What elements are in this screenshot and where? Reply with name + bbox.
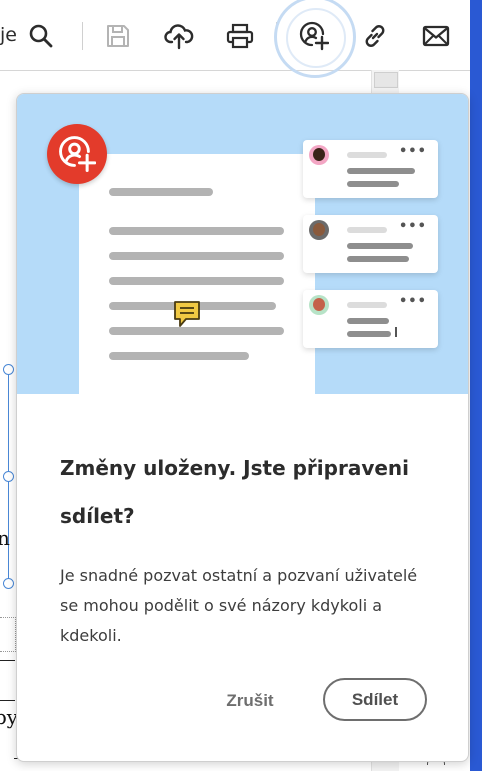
share-badge	[47, 124, 107, 184]
illustration-comment-line	[347, 243, 413, 249]
print-icon	[226, 23, 254, 49]
illustration-document	[79, 154, 315, 394]
document-rule	[0, 660, 15, 661]
illustration-name-line	[347, 302, 387, 308]
illustration-comment-card: •••	[303, 140, 438, 198]
share-illustration: ••• ••• •••	[17, 94, 468, 394]
illustration-doc-line	[109, 277, 284, 285]
illustration-comment-line	[347, 318, 389, 324]
illustration-name-line	[347, 152, 387, 158]
illustration-comment-line	[347, 181, 399, 187]
share-button[interactable]: Sdílet	[323, 678, 427, 721]
comment-bubble-icon	[174, 301, 200, 327]
more-dots-icon: •••	[399, 144, 427, 159]
upload-cloud-button[interactable]	[160, 17, 198, 55]
illustration-comment-card: •••	[303, 290, 438, 348]
upload-cloud-icon	[164, 24, 194, 50]
illustration-comment-line	[347, 331, 391, 337]
document-text-fragment: n	[0, 526, 10, 550]
illustration-name-line	[347, 227, 387, 233]
search-button[interactable]	[22, 17, 60, 55]
share-user-add-button[interactable]	[295, 17, 333, 55]
selection-handle[interactable]	[3, 471, 14, 482]
selection-handle[interactable]	[3, 364, 14, 375]
share-user-add-icon	[59, 136, 96, 172]
dialog-title: Změny uloženy. Jste připraveni sdílet?	[60, 456, 410, 528]
toolbar-separator	[82, 22, 83, 50]
text-cursor	[395, 327, 397, 337]
cancel-button[interactable]: Zrušit	[205, 679, 295, 723]
share-prompt-dialog: ••• ••• ••• Změny uloženy. Jste připrave…	[16, 93, 469, 762]
save-icon	[107, 25, 129, 47]
illustration-doc-line	[109, 252, 284, 260]
mail-button[interactable]	[417, 17, 455, 55]
avatar	[309, 145, 329, 165]
dialog-description: Je snadné pozvat ostatní a pozvaní uživa…	[60, 566, 418, 645]
more-dots-icon: •••	[399, 294, 427, 309]
illustration-doc-line	[109, 227, 284, 235]
more-dots-icon: •••	[399, 219, 427, 234]
illustration-comment-line	[347, 256, 409, 262]
search-icon	[29, 24, 53, 48]
link-icon	[365, 25, 385, 47]
mail-icon	[422, 25, 450, 47]
illustration-doc-line	[109, 188, 213, 196]
avatar	[309, 220, 329, 240]
illustration-doc-line	[109, 352, 249, 360]
document-rule	[0, 700, 15, 701]
selection-handle[interactable]	[3, 578, 14, 589]
save-button[interactable]	[99, 17, 137, 55]
toolbar-partial-label: je	[0, 24, 17, 46]
scrollbar-thumb[interactable]	[374, 72, 398, 88]
right-panel-edge	[470, 0, 482, 771]
link-button[interactable]	[356, 17, 394, 55]
avatar	[309, 295, 329, 315]
top-toolbar: je	[0, 0, 470, 78]
illustration-comment-line	[347, 168, 415, 174]
share-user-add-icon	[299, 21, 329, 51]
illustration-comment-card: •••	[303, 215, 438, 273]
print-button[interactable]	[221, 17, 259, 55]
document-field-fragment	[0, 617, 16, 652]
